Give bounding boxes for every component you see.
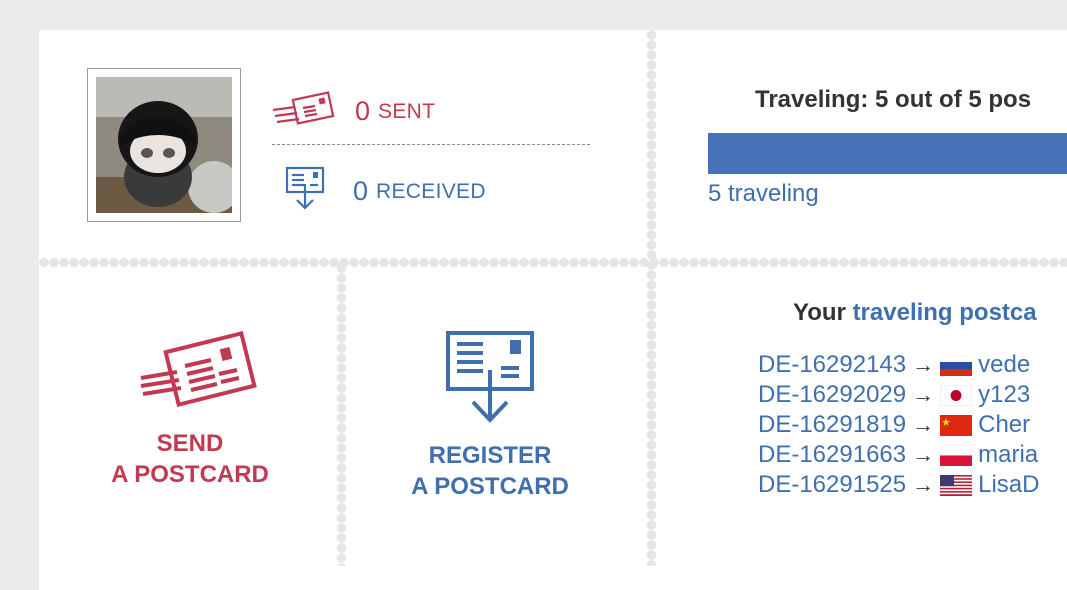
postcard-id-link[interactable]: DE-16292029 (758, 381, 906, 409)
traveling-postcards-link[interactable]: traveling postca (853, 299, 1037, 326)
register-postcard-icon (390, 330, 590, 432)
perforation-divider (645, 30, 658, 566)
received-label: RECEIVED (376, 179, 486, 203)
arrow-icon: → (912, 382, 935, 407)
postcard-row: DE-16291525 → LisaD (758, 470, 1067, 500)
china-flag-icon (940, 414, 973, 436)
recipient-user-link[interactable]: Cher (978, 411, 1030, 439)
postcard-row: DE-16291819 → Cher (758, 410, 1067, 440)
postcard-row: DE-16292029 → y123 (758, 380, 1067, 410)
postcard-id-link[interactable]: DE-16291525 (758, 471, 906, 499)
send-postcard-icon (272, 90, 337, 133)
sent-stat[interactable]: 0 SENT (272, 90, 436, 133)
recipient-user-link[interactable]: y123 (978, 381, 1030, 409)
register-postcard-icon (285, 166, 325, 217)
postcard-id-link[interactable]: DE-16292143 (758, 351, 906, 379)
recipient-user-link[interactable]: LisaD (978, 471, 1039, 499)
register-postcard-label-line1: REGISTER (428, 442, 552, 469)
traveling-progress-bar (708, 133, 1067, 174)
send-postcard-label-line1: SEND (156, 430, 224, 457)
postcard-id-link[interactable]: DE-16291819 (758, 411, 906, 439)
traveling-postcards-list: DE-16292143 → vede DE-16292029 → y123 DE-16291… (758, 350, 1067, 500)
register-postcard-label-line2: A POSTCARD (411, 473, 569, 500)
russia-flag-icon (940, 354, 973, 376)
heading-prefix: Your (793, 299, 853, 326)
arrow-icon: → (912, 352, 935, 377)
send-postcard-label-line2: A POSTCARD (111, 461, 269, 488)
received-stat[interactable]: 0 RECEIVED (285, 166, 486, 217)
sent-count: 0 (355, 96, 371, 126)
traveling-count[interactable]: 5 traveling (708, 180, 819, 208)
perforation-divider (39, 256, 1067, 269)
arrow-icon: → (912, 472, 935, 497)
japan-flag-icon (940, 384, 973, 406)
perforation-divider (335, 263, 348, 566)
send-postcard-button[interactable]: SEND A POSTCARD (90, 330, 290, 490)
register-postcard-button[interactable]: REGISTER A POSTCARD (390, 330, 590, 502)
traveling-progress-fill (708, 133, 1067, 174)
usa-flag-icon (940, 474, 973, 496)
postcard-row: DE-16291663 → maria (758, 440, 1067, 470)
arrow-icon: → (912, 442, 935, 467)
avatar-image (96, 77, 232, 213)
send-postcard-icon (90, 330, 290, 420)
poland-flag-icon (940, 444, 973, 466)
traveling-postcards-heading: Your traveling postca (793, 299, 1037, 327)
sent-label: SENT (378, 99, 436, 123)
avatar[interactable] (87, 68, 241, 222)
received-count: 0 (353, 176, 369, 206)
recipient-user-link[interactable]: maria (978, 441, 1038, 469)
traveling-title: Traveling: 5 out of 5 pos (755, 86, 1032, 113)
arrow-icon: → (912, 412, 935, 437)
recipient-user-link[interactable]: vede (978, 351, 1030, 379)
postcard-row: DE-16292143 → vede (758, 350, 1067, 380)
stat-divider (272, 144, 590, 145)
postcard-id-link[interactable]: DE-16291663 (758, 441, 906, 469)
